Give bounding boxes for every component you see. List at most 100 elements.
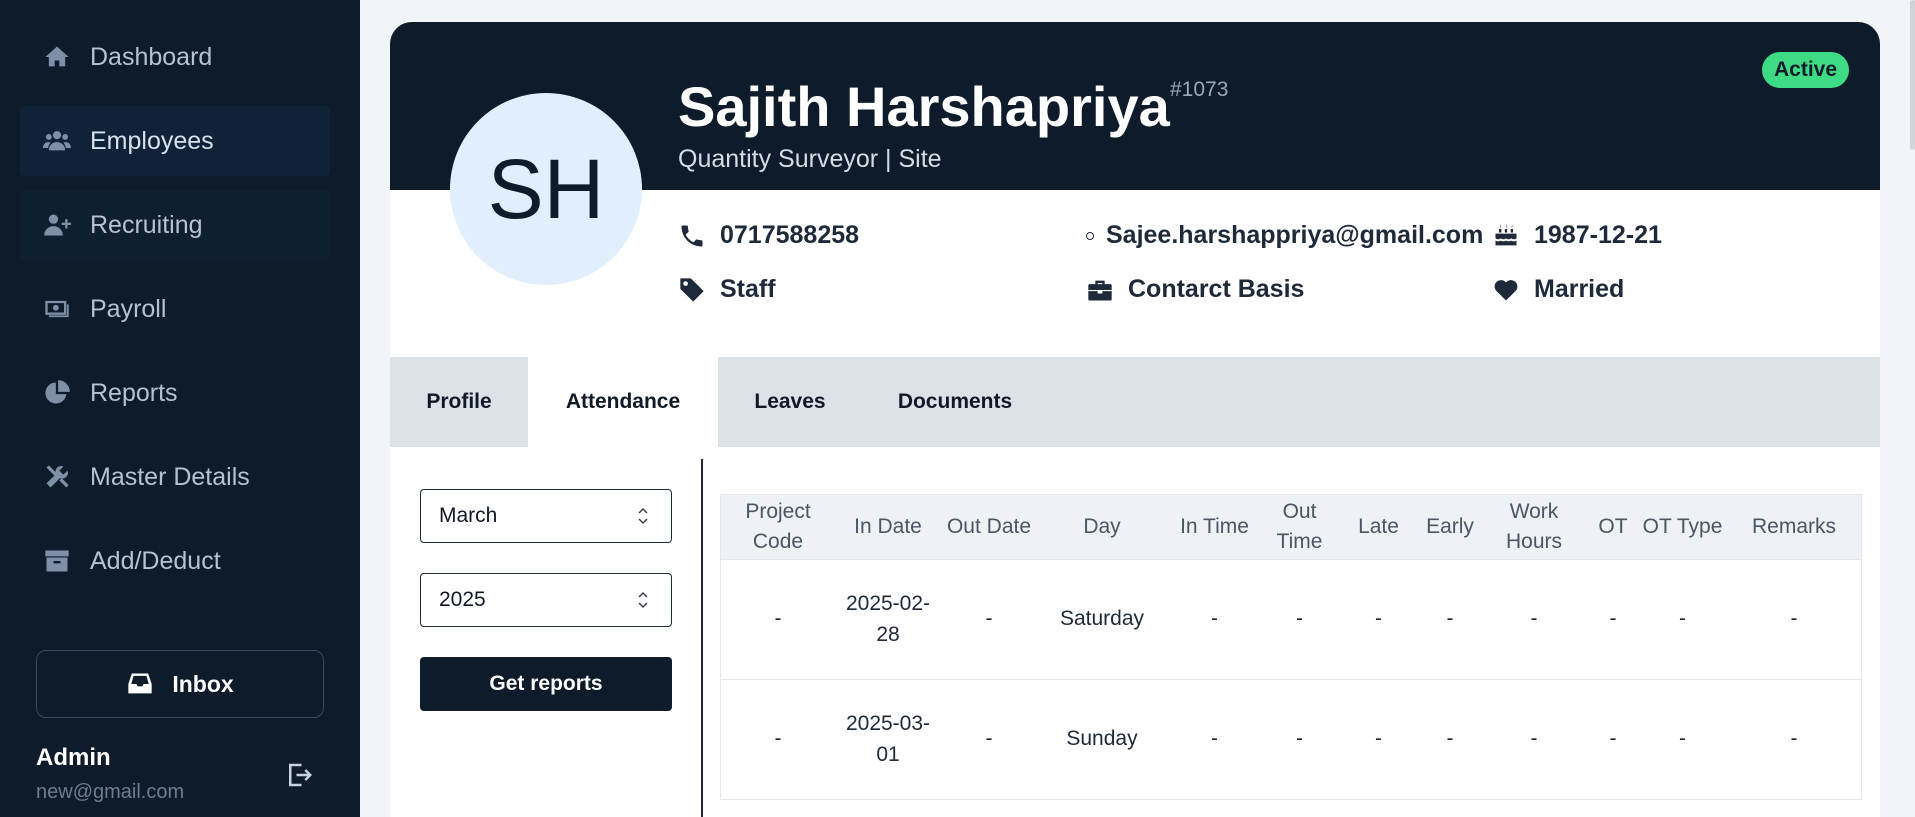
header-day: Day [1083, 514, 1121, 538]
phone-icon [681, 225, 703, 246]
header-early: Early [1426, 514, 1474, 538]
tools-icon [42, 462, 72, 492]
sidebar-item-payroll[interactable]: Payroll [20, 274, 330, 344]
cake-icon [1495, 223, 1517, 245]
cell-in-time: - [1211, 727, 1218, 751]
sidebar-item-label: Employees [90, 126, 214, 155]
cell-out-date: - [985, 727, 993, 751]
cell-in-date: 2025-03-01 [845, 712, 931, 766]
page-scrollbar[interactable] [1910, 0, 1915, 150]
box-icon [42, 546, 72, 576]
email-info: Sajee.harshappriya@gmail.com [1086, 221, 1483, 250]
employee-id: #1073 [1170, 78, 1229, 101]
email-value: Sajee.harshappriya@gmail.com [1106, 221, 1484, 249]
user-name: Admin [36, 744, 111, 771]
sidebar-item-recruiting[interactable]: Recruiting [20, 190, 330, 260]
cell-work-hours: - [1530, 727, 1538, 751]
briefcase-icon [1088, 280, 1112, 300]
sidebar: Dashboard Employees Recruiting Payroll R… [0, 0, 360, 817]
table-row: - 2025-02-28 - Saturday - - - - - - - - [721, 559, 1861, 679]
sidebar-item-dashboard[interactable]: Dashboard [20, 22, 330, 92]
table-row: - 2025-03-01 - Sunday - - - - - - - - [721, 679, 1861, 799]
dob-info: 1987-12-21 [1492, 221, 1662, 250]
sidebar-item-label: Add/Deduct [90, 546, 221, 575]
header-out-time: Out Time [1276, 499, 1323, 553]
sidebar-item-label: Reports [90, 378, 178, 407]
employee-role: Quantity Surveyor | Site [678, 145, 942, 173]
cell-work-hours: - [1530, 607, 1538, 631]
header-ot-type: OT Type [1642, 514, 1723, 538]
cell-late: - [1375, 727, 1382, 751]
logout-icon[interactable] [284, 760, 314, 790]
cell-out-date: - [985, 607, 993, 631]
cell-day: Sunday [1066, 727, 1138, 751]
inbox-label: Inbox [172, 670, 234, 697]
sidebar-item-label: Master Details [90, 462, 250, 491]
phone-value: 0717588258 [720, 221, 860, 249]
avatar: SH [450, 93, 642, 285]
marital-info: Married [1492, 275, 1624, 304]
table-header: Project Code In Date Out Date Day In Tim… [721, 495, 1861, 559]
status-badge: Active [1762, 52, 1850, 88]
cell-early: - [1446, 607, 1454, 631]
tag-icon [680, 277, 704, 302]
cell-project-code: - [774, 607, 782, 631]
chevron-up-down-icon [637, 506, 649, 526]
cell-remarks: - [1790, 727, 1798, 751]
header-out-date: Out Date [946, 514, 1032, 538]
cell-late: - [1375, 607, 1382, 631]
heart-icon [1494, 279, 1518, 300]
tab-attendance[interactable]: Attendance [528, 357, 718, 447]
employee-name: Sajith Harshapriya [678, 75, 1170, 138]
cell-in-date: 2025-02-28 [845, 592, 931, 646]
user-plus-icon [42, 210, 72, 240]
sidebar-edge [350, 0, 360, 508]
employee-card: SH Sajith Harshapriya #1073 Quantity Sur… [390, 22, 1880, 817]
inbox-button[interactable]: Inbox [36, 650, 324, 718]
sidebar-item-label: Dashboard [90, 42, 213, 71]
header-in-time: In Time [1180, 514, 1249, 538]
phone-info: 0717588258 [678, 221, 859, 250]
marital-value: Married [1534, 275, 1625, 303]
sidebar-item-master-details[interactable]: Master Details [20, 442, 330, 512]
sidebar-item-reports[interactable]: Reports [20, 358, 330, 428]
dob-value: 1987-12-21 [1534, 221, 1662, 249]
tab-documents[interactable]: Documents [862, 357, 1048, 447]
cell-ot-type: - [1679, 727, 1686, 751]
year-value: 2025 [439, 588, 486, 611]
attendance-table: Project Code In Date Out Date Day In Tim… [720, 494, 1862, 800]
header-ot: OT [1598, 514, 1628, 538]
cell-project-code: - [774, 727, 782, 751]
header-work-hours: Work Hours [1505, 499, 1563, 553]
get-reports-button[interactable]: Get reports [420, 657, 672, 711]
month-select[interactable]: March [420, 489, 672, 543]
cell-early: - [1446, 727, 1454, 751]
employment-info: Contarct Basis [1086, 275, 1304, 304]
sidebar-item-employees[interactable]: Employees [20, 106, 330, 176]
category-value: Staff [720, 275, 776, 303]
month-value: March [439, 504, 498, 527]
cell-ot-type: - [1679, 607, 1686, 631]
user-email: new@gmail.com [36, 781, 185, 803]
envelope-icon [1086, 231, 1094, 240]
cell-in-time: - [1211, 607, 1218, 631]
header-in-date: In Date [854, 514, 922, 538]
cell-out-time: - [1296, 727, 1303, 751]
panel-divider [701, 459, 703, 817]
cell-ot: - [1609, 607, 1617, 631]
employment-value: Contarct Basis [1128, 275, 1305, 303]
sidebar-item-label: Payroll [90, 294, 167, 323]
inbox-icon [128, 673, 152, 694]
cell-ot: - [1609, 727, 1617, 751]
sidebar-item-label: Recruiting [90, 210, 203, 239]
tab-leaves[interactable]: Leaves [718, 357, 862, 447]
header-late: Late [1358, 514, 1399, 538]
users-icon [42, 126, 72, 156]
year-select[interactable]: 2025 [420, 573, 672, 627]
cell-day: Saturday [1059, 607, 1145, 631]
sidebar-item-add-deduct[interactable]: Add/Deduct [20, 526, 330, 596]
home-icon [42, 42, 72, 72]
header-remarks: Remarks [1751, 514, 1836, 538]
pie-chart-icon [42, 378, 72, 408]
tab-profile[interactable]: Profile [390, 357, 528, 447]
